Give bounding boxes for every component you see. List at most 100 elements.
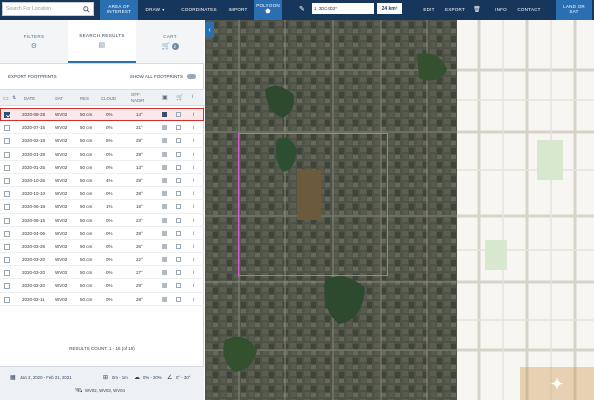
- preview-icon[interactable]: [162, 164, 167, 170]
- polygon-tool[interactable]: POLYGON ⬟: [254, 0, 282, 20]
- add-to-cart-checkbox[interactable]: [176, 191, 181, 197]
- row-checkbox[interactable]: [4, 283, 10, 290]
- row-checkbox[interactable]: [4, 296, 10, 303]
- export-button[interactable]: EXPORT: [442, 0, 468, 20]
- street-map[interactable]: [457, 20, 594, 400]
- preview-icon[interactable]: [162, 243, 167, 249]
- row-checkbox[interactable]: [4, 138, 10, 145]
- contact-button[interactable]: CONTACT: [514, 0, 544, 20]
- info-icon[interactable]: i: [193, 283, 194, 289]
- table-row[interactable]: 2020-10-10 WV02 50 cm 0% 28° i: [0, 187, 204, 201]
- preview-icon[interactable]: [162, 230, 167, 236]
- preview-icon[interactable]: [162, 296, 167, 302]
- info-icon[interactable]: i: [193, 204, 194, 210]
- table-row[interactable]: 2020-03-20 WV02 50 cm 0% 27° i: [0, 266, 204, 280]
- table-row[interactable]: 2020-03-26 WV02 50 cm 0% 26° i: [0, 240, 204, 254]
- export-footprints-button[interactable]: EXPORT FOOTPRINTS: [8, 74, 57, 79]
- sort-icon[interactable]: ⇅: [12, 95, 16, 101]
- row-checkbox[interactable]: [4, 151, 10, 158]
- row-checkbox[interactable]: [4, 243, 10, 250]
- import-tool[interactable]: IMPORT: [224, 0, 252, 20]
- row-checkbox[interactable]: [4, 164, 10, 171]
- row-checkbox[interactable]: [4, 112, 10, 118]
- info-icon[interactable]: i: [193, 138, 194, 144]
- edit-button[interactable]: EDIT: [420, 0, 438, 20]
- row-checkbox[interactable]: [4, 125, 10, 132]
- info-icon[interactable]: i: [193, 112, 194, 118]
- tab-cart[interactable]: CART 🛒 2: [136, 20, 204, 63]
- coordinates-tool[interactable]: COORDINATES: [176, 0, 222, 20]
- table-row[interactable]: 2020-02-20 WV02 50 cm 0% 29° i: [0, 279, 204, 293]
- tab-filters[interactable]: FILTERS ⚙: [0, 20, 68, 63]
- table-row[interactable]: 2020-07-15 WV02 50 cm 0% 21° i: [0, 121, 204, 135]
- pencil-icon[interactable]: ✎: [296, 0, 308, 20]
- info-icon[interactable]: i: [193, 152, 194, 158]
- header-sat[interactable]: SAT: [55, 96, 63, 101]
- info-icon[interactable]: i: [193, 270, 194, 276]
- info-icon[interactable]: i: [193, 257, 194, 263]
- preview-icon[interactable]: [162, 283, 167, 289]
- preview-icon[interactable]: [162, 112, 167, 117]
- header-cloud[interactable]: CLOUD: [101, 96, 116, 101]
- header-res[interactable]: RES: [80, 96, 89, 101]
- add-to-cart-checkbox[interactable]: [176, 283, 181, 289]
- add-to-cart-checkbox[interactable]: [176, 164, 181, 170]
- info-icon[interactable]: i: [193, 191, 194, 197]
- preview-icon[interactable]: [162, 125, 167, 131]
- info-icon[interactable]: i: [193, 125, 194, 131]
- trash-icon[interactable]: 🗑: [472, 0, 482, 20]
- table-row[interactable]: 2020-06-15 WV02 50 cm 0% 23° i: [0, 214, 204, 227]
- row-checkbox[interactable]: [4, 217, 10, 224]
- preview-icon[interactable]: [162, 138, 167, 144]
- preview-icon[interactable]: [162, 151, 167, 157]
- preview-icon[interactable]: [162, 204, 167, 210]
- row-checkbox[interactable]: [4, 230, 10, 237]
- row-checkbox[interactable]: [4, 270, 10, 277]
- info-icon[interactable]: i: [193, 165, 194, 171]
- add-to-cart-checkbox[interactable]: [176, 138, 181, 144]
- preview-icon[interactable]: [162, 191, 167, 197]
- table-row[interactable]: 2020-02-11 WV02 50 cm 0% 28° i: [0, 293, 204, 306]
- info-icon[interactable]: i: [193, 244, 194, 250]
- table-row[interactable]: 2020-10-26 WV02 50 cm 4% 29° i: [0, 174, 204, 188]
- add-to-cart-checkbox[interactable]: [176, 151, 181, 157]
- area-of-interest-polygon[interactable]: [238, 133, 388, 276]
- add-to-cart-checkbox[interactable]: [176, 112, 181, 117]
- add-to-cart-checkbox[interactable]: [176, 177, 181, 183]
- add-to-cart-checkbox[interactable]: [176, 257, 181, 263]
- info-icon[interactable]: i: [193, 297, 194, 303]
- show-all-toggle[interactable]: [187, 73, 196, 79]
- add-to-cart-checkbox[interactable]: [176, 217, 181, 223]
- row-checkbox[interactable]: [4, 191, 10, 198]
- row-checkbox[interactable]: [4, 177, 10, 184]
- header-offnadir-2[interactable]: NADIR: [131, 98, 144, 103]
- preview-icon[interactable]: [162, 217, 167, 223]
- info-button[interactable]: INFO: [492, 0, 510, 20]
- preview-icon[interactable]: [162, 257, 167, 263]
- table-row[interactable]: 2020-08-28 WV02 50 cm 0% 14° i: [0, 108, 204, 122]
- header-offnadir-1[interactable]: OFF-: [131, 92, 141, 97]
- preview-icon[interactable]: [162, 270, 167, 276]
- add-to-cart-checkbox[interactable]: [176, 230, 181, 236]
- aoi-tool[interactable]: AREA OF INTEREST: [100, 0, 138, 20]
- add-to-cart-checkbox[interactable]: [176, 270, 181, 276]
- tab-search-results[interactable]: SEARCH RESULTS ▤: [68, 20, 136, 63]
- table-row[interactable]: 2020-06-18 WV02 50 cm 1% 18° i: [0, 200, 204, 214]
- preview-icon[interactable]: [162, 177, 167, 183]
- info-icon[interactable]: i: [193, 231, 194, 237]
- add-to-cart-checkbox[interactable]: [176, 125, 181, 131]
- select-all-icon[interactable]: ▭: [3, 95, 9, 102]
- table-row[interactable]: 2020-02-18 WV02 50 cm 5% 29° i: [0, 134, 204, 148]
- add-to-cart-checkbox[interactable]: [176, 204, 181, 210]
- search-icon[interactable]: [83, 5, 90, 13]
- table-row[interactable]: 2020-01-25 WV02 50 cm 0% 13° i: [0, 161, 204, 174]
- draw-tool[interactable]: DRAW ▾: [142, 0, 168, 20]
- header-date[interactable]: DATE: [24, 96, 35, 101]
- row-checkbox[interactable]: [4, 257, 10, 264]
- add-to-cart-checkbox[interactable]: [176, 296, 181, 302]
- collapse-panel-button[interactable]: ‹: [205, 22, 214, 38]
- info-icon[interactable]: i: [193, 178, 194, 184]
- row-checkbox[interactable]: [4, 204, 10, 211]
- land-or-sat-toggle[interactable]: LAND OR SAT: [556, 0, 592, 20]
- add-to-cart-checkbox[interactable]: [176, 243, 181, 249]
